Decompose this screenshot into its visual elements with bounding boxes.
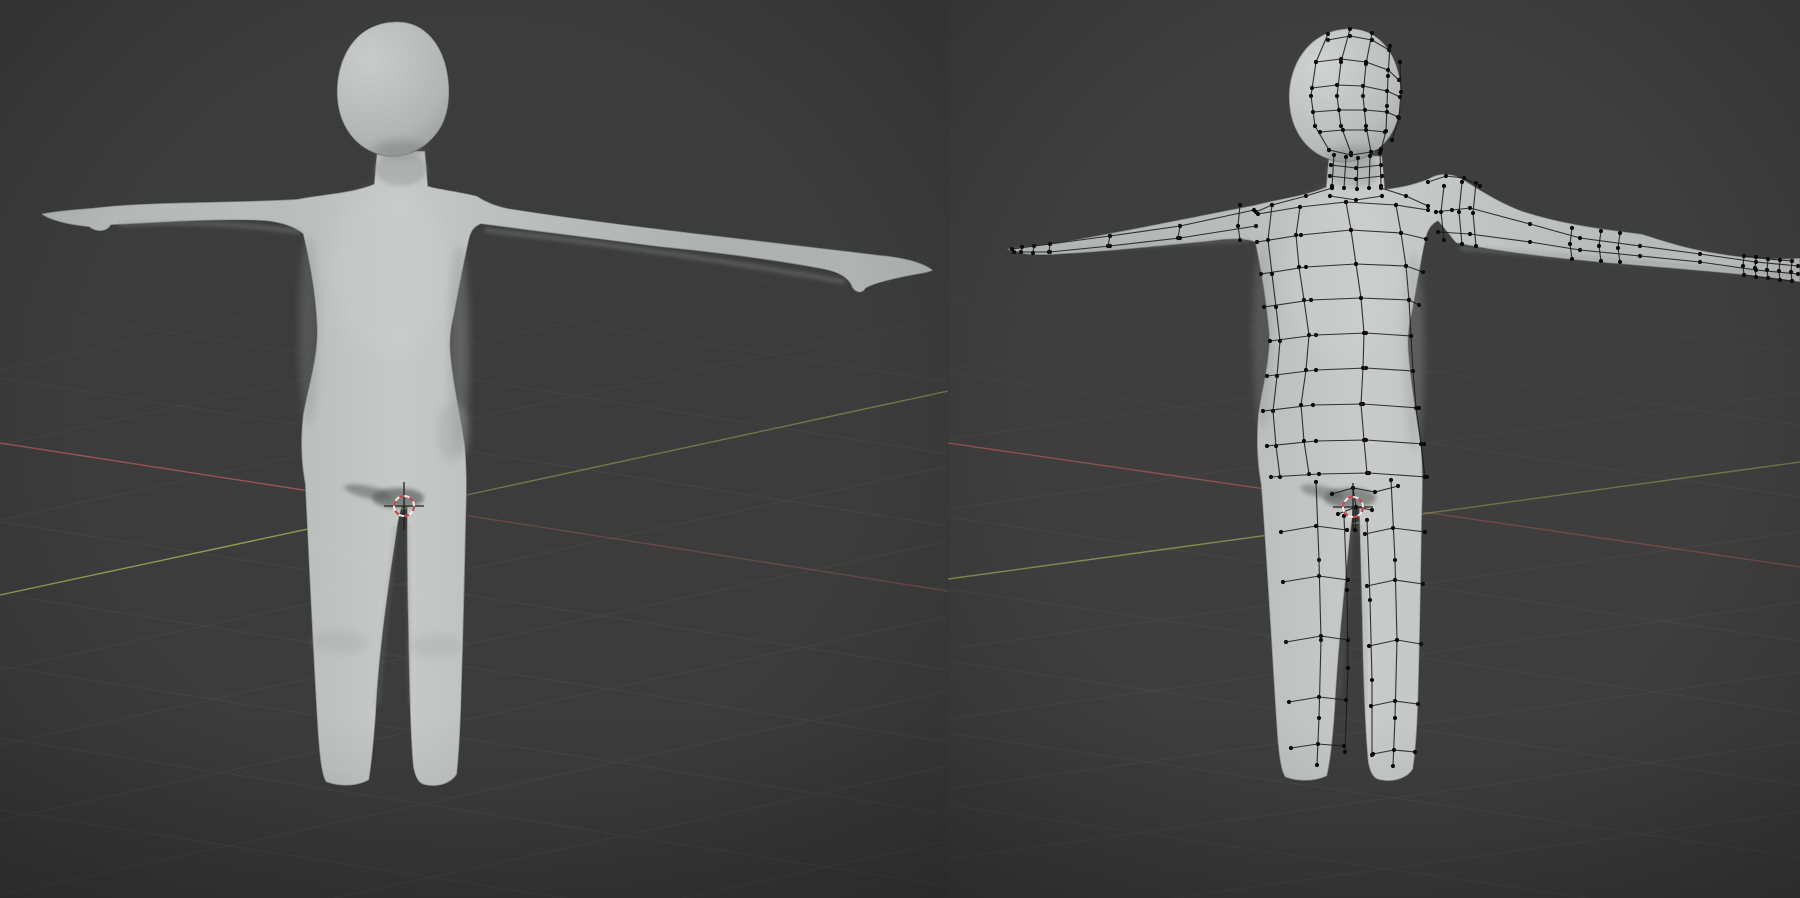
viewport-right[interactable] [948,0,1800,898]
floor-shade-left [0,0,948,898]
blender-viewport-comparison [0,0,1800,898]
viewport-left[interactable] [0,0,948,898]
viewport-canvas [0,0,1800,898]
panel-divider [947,0,949,898]
floor-shade-right [948,0,1800,898]
